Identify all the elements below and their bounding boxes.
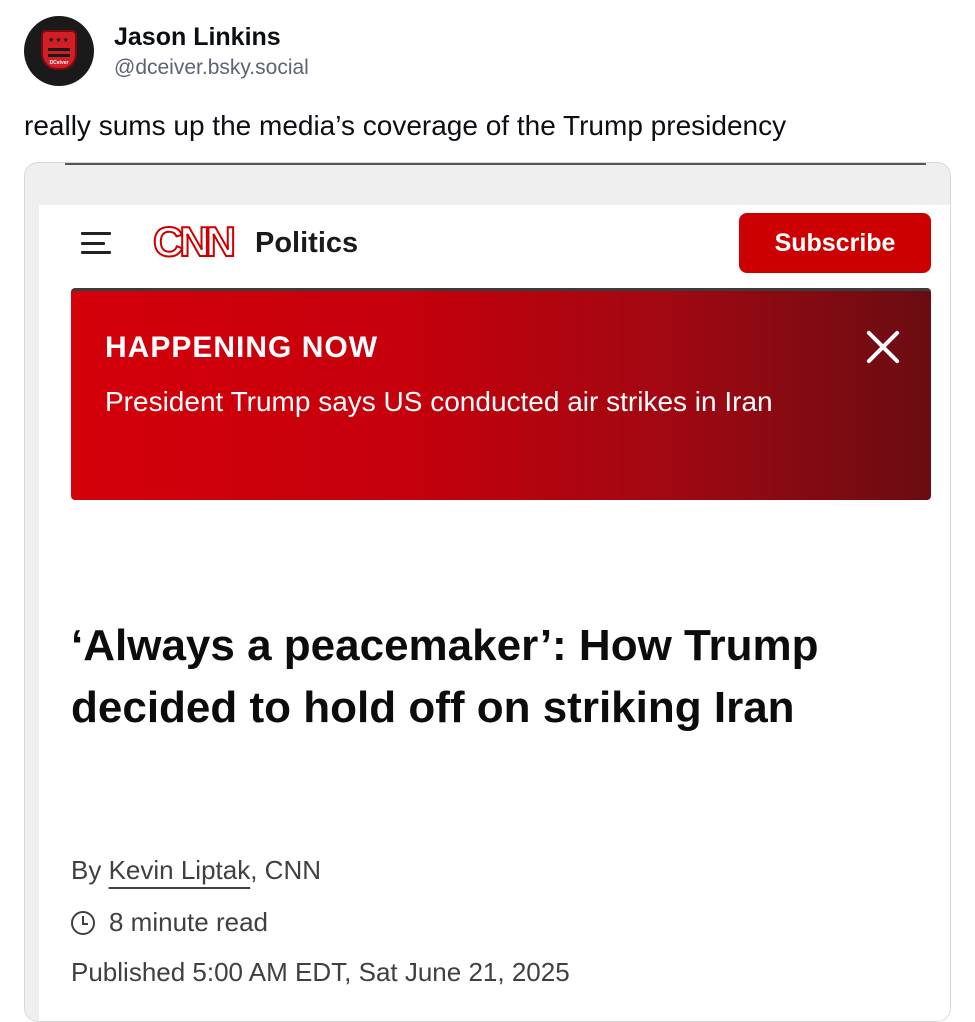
- avatar-tag: DCeiver: [49, 60, 69, 66]
- shield-logo-icon: ★★★ DCeiver: [41, 30, 77, 70]
- post-text: really sums up the media’s coverage of t…: [24, 110, 787, 141]
- read-time: 8 minute read: [71, 907, 268, 938]
- clock-icon: [71, 910, 95, 935]
- article-headline: ‘Always a peacemaker’: How Trump decided…: [71, 621, 819, 732]
- breaking-news-banner: HAPPENING NOW President Trump says US co…: [71, 288, 931, 500]
- author-block: Jason Linkins @dceiver.bsky.social: [114, 21, 309, 82]
- embedded-image[interactable]: CNN Politics Subscribe HAPPENING NOW Pre…: [24, 162, 951, 1022]
- avatar-stars: ★★★: [48, 37, 70, 44]
- byline-prefix: By: [71, 855, 109, 885]
- display-name[interactable]: Jason Linkins: [114, 21, 309, 53]
- hamburger-menu-icon: [81, 229, 111, 257]
- author-link: Kevin Liptak: [108, 855, 251, 885]
- published-date: Published 5:00 AM EDT, Sat June 21, 2025: [71, 957, 570, 987]
- byline: By Kevin Liptak, CNN: [71, 855, 321, 886]
- alert-text: President Trump says US conducted air st…: [105, 386, 773, 417]
- close-icon: [861, 325, 905, 369]
- user-handle[interactable]: @dceiver.bsky.social: [114, 54, 309, 82]
- cnn-screenshot: CNN Politics Subscribe HAPPENING NOW Pre…: [39, 205, 950, 1021]
- image-top-divider: [65, 163, 926, 165]
- subscribe-button: Subscribe: [739, 213, 931, 273]
- cnn-header: CNN Politics Subscribe: [39, 205, 950, 285]
- post-header: ★★★ DCeiver Jason Linkins @dceiver.bsky.…: [24, 16, 309, 86]
- read-time-label: 8 minute read: [109, 907, 268, 937]
- cnn-logo: CNN: [152, 217, 237, 266]
- section-title: Politics: [255, 227, 359, 259]
- avatar[interactable]: ★★★ DCeiver: [24, 16, 94, 86]
- byline-suffix: , CNN: [250, 855, 322, 885]
- alert-label: HAPPENING NOW: [105, 331, 379, 364]
